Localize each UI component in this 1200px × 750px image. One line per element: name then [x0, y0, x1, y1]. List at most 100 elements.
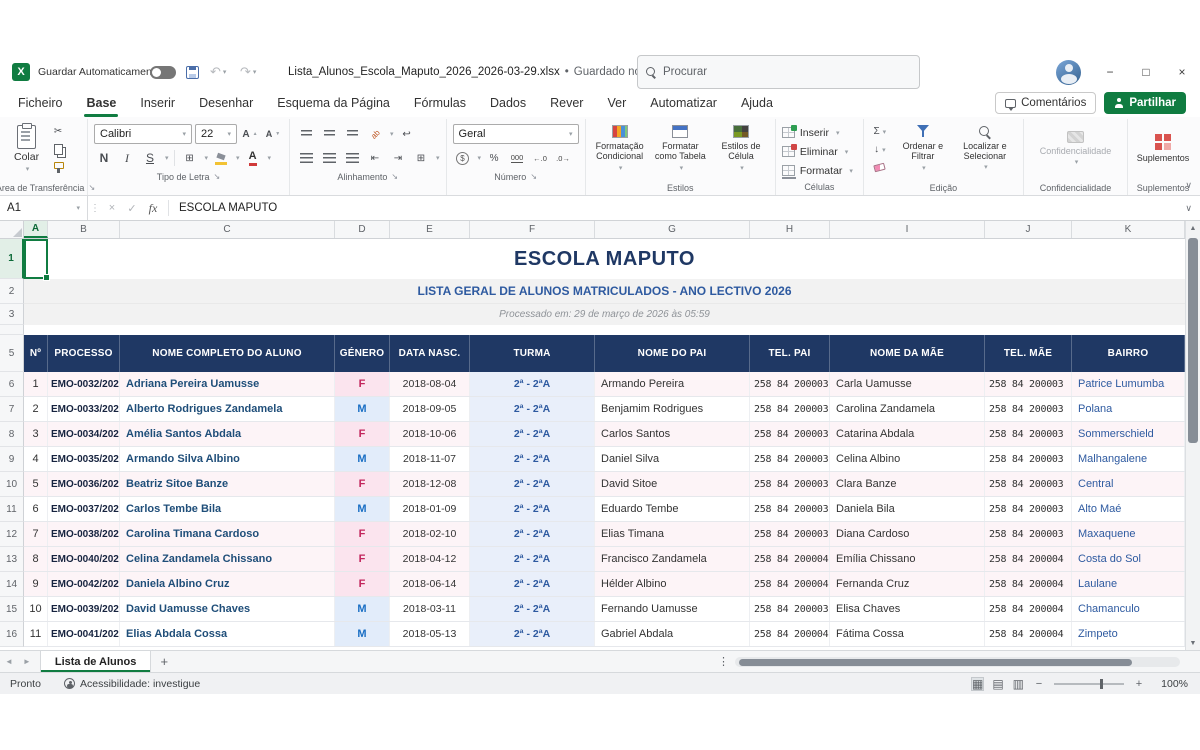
cell-turma[interactable]: 2ª - 2ªA	[470, 522, 595, 546]
align-left-button[interactable]	[296, 151, 316, 166]
page-break-view-button[interactable]: ▥	[1013, 678, 1024, 690]
column-header[interactable]: F	[470, 221, 595, 238]
chevron-down-icon[interactable]: ▾	[268, 154, 272, 162]
cell-genero[interactable]: F	[335, 472, 390, 496]
conditional-formatting-button[interactable]: Formatação Condicional ▾	[592, 121, 648, 177]
column-header[interactable]: B	[48, 221, 120, 238]
align-middle-button[interactable]	[319, 127, 339, 142]
align-center-button[interactable]	[319, 151, 339, 166]
cell-tel-pai[interactable]: 258 84 200004	[750, 622, 830, 646]
cell-bairro[interactable]: Patrice Lumumba	[1072, 372, 1185, 396]
column-header[interactable]: G	[595, 221, 750, 238]
dialog-launcher-icon[interactable]: ↘	[214, 172, 221, 181]
cell-tel-mae[interactable]: 258 84 200003	[985, 422, 1072, 446]
shrink-font-button[interactable]: A▼	[263, 127, 283, 142]
cell-styles-button[interactable]: Estilos de Célula ▾	[713, 121, 769, 177]
cell-processo[interactable]: EMO-0036/202	[48, 472, 120, 496]
cell-tel-pai[interactable]: 258 84 200004	[750, 572, 830, 596]
borders-button[interactable]: ⊞	[180, 151, 200, 166]
chevron-down-icon[interactable]: ▾	[223, 68, 227, 76]
cell-bairro[interactable]: Chamanculo	[1072, 597, 1185, 621]
cell-nome[interactable]: Celina Zandamela Chissano	[120, 547, 335, 571]
find-select-button[interactable]: Localizar e Selecionar ▾	[956, 121, 1014, 177]
cell-num[interactable]: 4	[24, 447, 48, 471]
ribbon-tab[interactable]: Dados	[478, 89, 538, 117]
cell-num[interactable]: 11	[24, 622, 48, 646]
table-header-cell[interactable]: NOME DA MÃE	[830, 335, 985, 372]
cell-genero[interactable]: M	[335, 622, 390, 646]
name-box[interactable]: A1▾	[0, 196, 88, 220]
horizontal-scrollbar[interactable]	[735, 657, 1180, 667]
cell-processo[interactable]: EMO-0039/202	[48, 597, 120, 621]
cell-nome-pai[interactable]: Carlos Santos	[595, 422, 750, 446]
increase-indent-button[interactable]: ⇥	[388, 151, 408, 166]
cell-bairro[interactable]: Polana	[1072, 397, 1185, 421]
cell-genero[interactable]: M	[335, 497, 390, 521]
cell-data-nasc[interactable]: 2018-09-05	[390, 397, 470, 421]
add-sheet-button[interactable]: +	[151, 654, 177, 669]
column-header[interactable]: H	[750, 221, 830, 238]
orientation-button[interactable]	[365, 127, 385, 142]
minimize-button[interactable]: −	[1092, 55, 1128, 89]
enter-button[interactable]: ✓	[122, 202, 142, 215]
insert-cells-button[interactable]: Inserir▾	[782, 124, 857, 141]
avatar[interactable]	[1056, 60, 1081, 85]
delete-cells-button[interactable]: Eliminar▾	[782, 143, 857, 160]
spacer-row[interactable]	[24, 325, 1185, 335]
addins-button[interactable]: Suplementos	[1134, 121, 1192, 177]
paste-button[interactable]: Colar ▾	[10, 121, 43, 177]
row-header[interactable]: 11	[0, 497, 24, 522]
close-button[interactable]: ×	[1164, 55, 1200, 89]
cell-tel-mae[interactable]: 258 84 200003	[985, 447, 1072, 471]
cell-data-nasc[interactable]: 2018-01-09	[390, 497, 470, 521]
row-header[interactable]: 2	[0, 279, 24, 304]
decrease-decimal-button[interactable]	[553, 151, 573, 166]
table-header-cell[interactable]: NOME COMPLETO DO ALUNO	[120, 335, 335, 372]
percent-button[interactable]: %	[484, 151, 504, 166]
cell-tel-mae[interactable]: 258 84 200003	[985, 522, 1072, 546]
cell-nome-mae[interactable]: Daniela Bila	[830, 497, 985, 521]
cell-nome-pai[interactable]: Gabriel Abdala	[595, 622, 750, 646]
cell-nome-mae[interactable]: Diana Cardoso	[830, 522, 985, 546]
share-button[interactable]: Partilhar	[1104, 92, 1186, 114]
table-header-cell[interactable]: TEL. MÃE	[985, 335, 1072, 372]
table-header-cell[interactable]: DATA NASC.	[390, 335, 470, 372]
cell-turma[interactable]: 2ª - 2ªA	[470, 447, 595, 471]
table-header-cell[interactable]: NOME DO PAI	[595, 335, 750, 372]
column-header[interactable]: J	[985, 221, 1072, 238]
ribbon-tab[interactable]: Rever	[538, 89, 595, 117]
cell-turma[interactable]: 2ª - 2ªA	[470, 397, 595, 421]
comments-button[interactable]: Comentários	[995, 92, 1096, 114]
ribbon-tab[interactable]: Ver	[595, 89, 638, 117]
ribbon-tab[interactable]: Esquema da Página	[265, 89, 402, 117]
cell-bairro[interactable]: Laulane	[1072, 572, 1185, 596]
dialog-launcher-icon[interactable]: ↘	[391, 172, 398, 181]
sensitivity-button[interactable]: Confidencialidade ▾	[1030, 121, 1121, 177]
zoom-out-button[interactable]: −	[1033, 678, 1045, 690]
font-color-button[interactable]: A	[243, 151, 263, 166]
fill-button[interactable]: ↓▾	[870, 142, 890, 157]
cell-tel-mae[interactable]: 258 84 200003	[985, 472, 1072, 496]
select-all-corner[interactable]	[0, 221, 24, 238]
cell-nome[interactable]: Carolina Timana Cardoso	[120, 522, 335, 546]
cell-genero[interactable]: F	[335, 522, 390, 546]
accounting-format-button[interactable]	[453, 151, 473, 166]
cell-tel-pai[interactable]: 258 84 200003	[750, 497, 830, 521]
cell-nome-pai[interactable]: David Sitoe	[595, 472, 750, 496]
table-header-cell[interactable]: TEL. PAI	[750, 335, 830, 372]
cell-data-nasc[interactable]: 2018-08-04	[390, 372, 470, 396]
cell-title[interactable]: ESCOLA MAPUTO	[24, 239, 1185, 279]
fill-color-button[interactable]	[211, 151, 231, 166]
cell-nome[interactable]: Adriana Pereira Uamusse	[120, 372, 335, 396]
ribbon-tab[interactable]: Ajuda	[729, 89, 785, 117]
cell-processo[interactable]: EMO-0041/202	[48, 622, 120, 646]
dialog-launcher-icon[interactable]: ↘	[530, 172, 537, 181]
row-header[interactable]: 13	[0, 547, 24, 572]
cell-data-nasc[interactable]: 2018-11-07	[390, 447, 470, 471]
cell-num[interactable]: 3	[24, 422, 48, 446]
cell-genero[interactable]: M	[335, 447, 390, 471]
cell-turma[interactable]: 2ª - 2ªA	[470, 422, 595, 446]
chevron-down-icon[interactable]: ▾	[436, 154, 440, 162]
chevron-down-icon[interactable]: ▾	[165, 154, 169, 162]
cell-turma[interactable]: 2ª - 2ªA	[470, 472, 595, 496]
